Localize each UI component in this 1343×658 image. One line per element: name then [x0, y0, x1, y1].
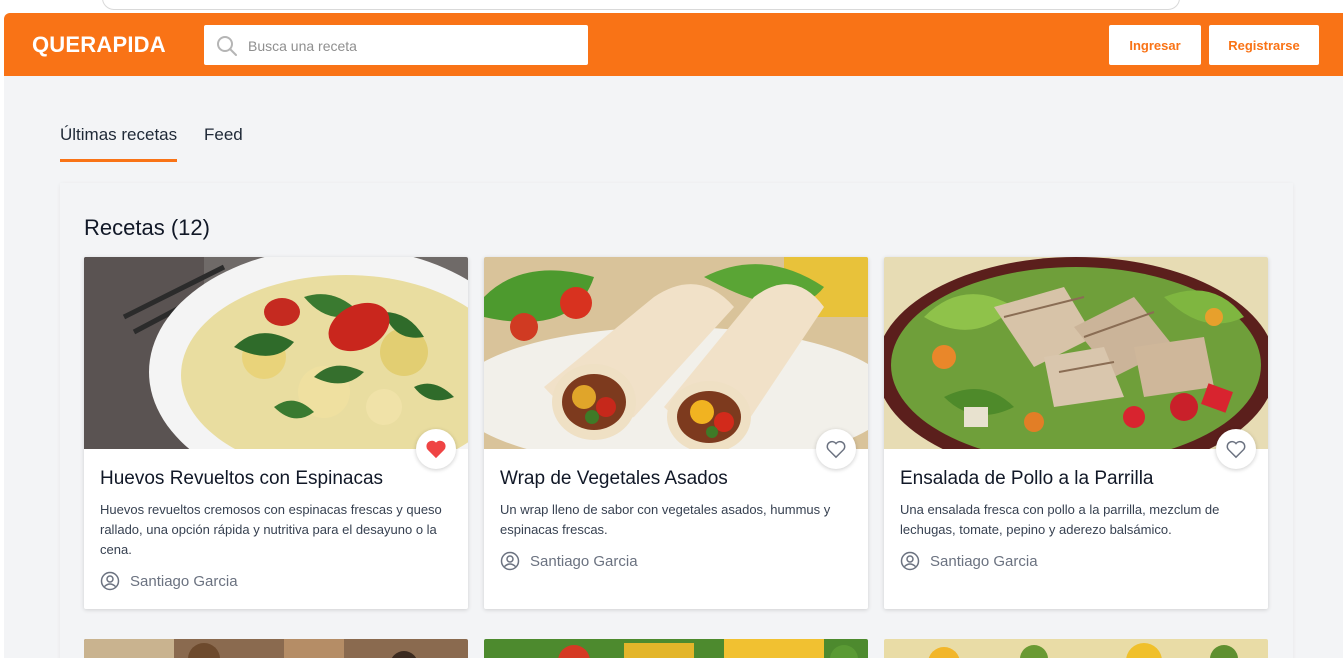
browser-address-bar[interactable]	[102, 0, 1180, 10]
favorite-button[interactable]	[816, 429, 856, 469]
browser-strip	[0, 0, 1343, 13]
recipe-author[interactable]: Santiago Garcia	[100, 571, 238, 591]
author-name: Santiago Garcia	[530, 552, 638, 570]
search-box[interactable]	[204, 25, 588, 67]
login-button[interactable]: Ingresar	[1109, 25, 1201, 65]
tab-feed[interactable]: Feed	[204, 125, 243, 159]
app-frame: QUERAPIDA Ingresar Registrarse Últimas r…	[4, 13, 1343, 658]
recipes-panel: Recetas (12) Huevos Revueltos con Espina…	[60, 183, 1293, 658]
register-button[interactable]: Registrarse	[1209, 25, 1319, 65]
favorite-button[interactable]	[416, 429, 456, 469]
recipe-card-partial[interactable]	[84, 639, 468, 658]
tab-latest-recipes[interactable]: Últimas recetas	[60, 125, 178, 162]
user-circle-icon	[900, 551, 920, 571]
recipe-title[interactable]: Huevos Revueltos con Espinacas	[100, 468, 383, 490]
recipe-title[interactable]: Wrap de Vegetales Asados	[500, 468, 728, 490]
recipe-image[interactable]	[484, 257, 868, 449]
user-circle-icon	[500, 551, 520, 571]
search-input[interactable]	[246, 25, 580, 67]
heart-outline-icon	[826, 440, 846, 459]
brand-logo[interactable]: QUERAPIDA	[32, 32, 166, 58]
recipe-description: Una ensalada fresca con pollo a la parri…	[900, 502, 1220, 537]
recipe-card[interactable]: Ensalada de Pollo a la Parrilla Una ensa…	[884, 257, 1268, 609]
recipe-image[interactable]	[84, 257, 468, 449]
recipe-title[interactable]: Ensalada de Pollo a la Parrilla	[900, 468, 1154, 490]
recipe-card[interactable]: Wrap de Vegetales Asados Un wrap lleno d…	[484, 257, 868, 609]
recipe-description: Huevos revueltos cremosos con espinacas …	[100, 502, 442, 557]
recipes-heading: Recetas (12)	[84, 215, 210, 240]
search-icon	[217, 36, 237, 56]
recipe-card-partial[interactable]	[484, 639, 868, 658]
recipe-author[interactable]: Santiago Garcia	[500, 551, 638, 571]
favorite-button[interactable]	[1216, 429, 1256, 469]
recipe-image[interactable]	[884, 257, 1268, 449]
top-navbar: QUERAPIDA Ingresar Registrarse	[4, 13, 1343, 76]
heart-filled-icon	[426, 440, 446, 459]
user-circle-icon	[100, 571, 120, 591]
author-name: Santiago Garcia	[130, 572, 238, 590]
recipe-card-partial[interactable]	[884, 639, 1268, 658]
recipe-card[interactable]: Huevos Revueltos con Espinacas Huevos re…	[84, 257, 468, 609]
author-name: Santiago Garcia	[930, 552, 1038, 570]
heart-outline-icon	[1226, 440, 1246, 459]
recipe-author[interactable]: Santiago Garcia	[900, 551, 1038, 571]
recipe-description: Un wrap lleno de sabor con vegetales asa…	[500, 502, 831, 537]
